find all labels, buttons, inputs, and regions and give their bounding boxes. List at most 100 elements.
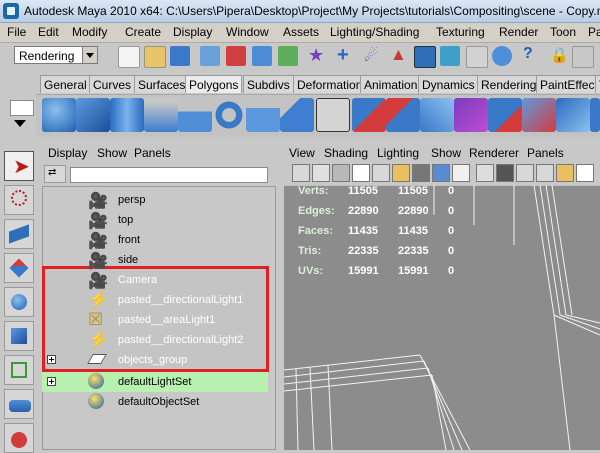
save-scene-icon[interactable] [170,46,190,66]
shelf-tab-curves[interactable]: Curves [89,75,136,93]
poly-torus-icon[interactable] [212,98,246,132]
viewport-menu-view[interactable]: View [289,146,315,160]
outliner-item-objects-group[interactable]: objects_group [42,350,276,370]
split-polygon-icon[interactable] [556,98,590,132]
camera-attributes-icon[interactable] [312,164,330,182]
combine-icon[interactable] [352,98,386,132]
isolate-select-icon[interactable] [496,164,514,182]
menu-window[interactable]: Window [226,25,269,39]
menu-toon[interactable]: Toon [550,25,576,39]
poly-cylinder-icon[interactable] [110,98,144,132]
viewport-3d[interactable]: Verts: 11505 11505 0 Edges: 22890 22890 … [284,185,600,450]
menu-set-dropdown[interactable]: Rendering [14,46,98,64]
menu-render[interactable]: Render [499,25,538,39]
viewport-menu-lighting[interactable]: Lighting [377,146,419,160]
snap-curve-icon[interactable]: ★ [304,45,324,66]
poly-pipe-icon[interactable] [316,98,350,132]
poly-cone-icon[interactable] [144,98,178,132]
select-component-icon[interactable] [252,46,272,66]
lock-icon[interactable]: 🔒 [546,46,569,66]
film-gate-icon[interactable] [536,164,554,182]
resolution-gate-icon[interactable] [556,164,574,182]
select-camera-icon[interactable] [292,164,310,182]
lights-icon[interactable] [452,164,470,182]
menu-create[interactable]: Create [125,25,161,39]
outliner-menu-display[interactable]: Display [48,146,87,160]
lasso-tool[interactable] [4,185,34,215]
menu-texturing[interactable]: Texturing [436,25,485,39]
outliner-search-input[interactable] [70,167,268,183]
menu-edit[interactable]: Edit [38,25,59,39]
scale-tool[interactable] [4,321,34,351]
outliner-item-directional-light-2[interactable]: ⚡ pasted__directionalLight2 [42,330,276,350]
extrude-icon[interactable] [454,98,488,132]
menu-file[interactable]: File [7,25,26,39]
image-plane-icon[interactable] [352,164,370,182]
open-scene-icon[interactable] [144,46,166,68]
outliner-item-camera[interactable]: 🎥 Camera [42,270,276,290]
shelf-tab-animation[interactable]: Animation [360,75,422,93]
expand-icon[interactable] [47,377,56,386]
shelf-tab-polygons[interactable]: Polygons [185,75,243,93]
outliner-menu-show[interactable]: Show [97,146,127,160]
poly-sphere-icon[interactable] [42,98,76,132]
shadows-icon[interactable] [476,164,494,182]
menu-lighting-shading[interactable]: Lighting/Shading [330,25,419,39]
xray-icon[interactable] [516,164,534,182]
menu-display[interactable]: Display [173,25,212,39]
soft-modification-tool[interactable] [4,389,34,419]
ipr-render-icon[interactable] [466,46,488,68]
shelf-tab-t[interactable]: T [595,75,600,93]
shelf-tab-dynamics[interactable]: Dynamics [418,75,479,93]
outliner-item-front[interactable]: 🎥 front [42,230,276,250]
chevron-down-icon[interactable] [82,47,97,63]
insert-edge-loop-icon[interactable] [590,98,600,132]
smooth-shade-icon[interactable] [412,164,430,182]
shelf-tab-surfaces[interactable]: Surfaces [134,75,190,93]
outliner-item-area-light-1[interactable]: ☒ pasted__areaLight1 [42,310,276,330]
shelf-editor-box[interactable] [10,100,34,116]
shelf-menu-arrow-icon[interactable] [14,120,26,127]
menu-assets[interactable]: Assets [283,25,319,39]
hypershade-icon[interactable]: ? [518,45,538,66]
poly-pyramid-icon[interactable] [280,98,314,132]
menu-pa[interactable]: Pa [588,25,600,39]
poly-plane-icon[interactable] [178,98,212,132]
poly-prism-icon[interactable] [246,98,280,132]
shelf-tab-general[interactable]: General [40,75,91,93]
outliner-item-top[interactable]: 🎥 top [42,210,276,230]
render-frame-icon[interactable] [440,46,460,66]
textured-icon[interactable] [432,164,450,182]
bridge-icon[interactable] [488,98,522,132]
render-view-icon[interactable] [414,46,436,68]
snap-view-plane-icon[interactable]: ☄ [360,46,380,66]
snap-grid-icon[interactable] [278,46,298,66]
viewport-menu-shading[interactable]: Shading [324,146,368,160]
make-live-icon[interactable]: ▲ [386,45,407,66]
bookmarks-icon[interactable] [332,164,350,182]
expand-icon[interactable] [47,355,56,364]
toggle-panel-icon[interactable] [572,46,594,68]
outliner-item-side[interactable]: 🎥 side [42,250,276,270]
shelf-tab-deformation[interactable]: Deformation [293,75,367,93]
viewport-menu-show[interactable]: Show [431,146,461,160]
snap-point-icon[interactable]: + [334,44,354,66]
move-tool[interactable] [4,253,34,283]
maya-app-icon[interactable] [3,3,19,19]
show-manipulator-tool[interactable] [4,423,34,453]
shelf-tab-subdivs[interactable]: Subdivs [243,75,294,93]
safe-action-icon[interactable] [576,164,594,182]
outliner-item-default-object-set[interactable]: defaultObjectSet [42,392,276,412]
outliner-filter-button[interactable]: ⇄ [44,165,66,183]
outliner-item-persp[interactable]: 🎥 persp [42,190,276,210]
smooth-icon[interactable] [420,98,454,132]
shelf-tab-painteffects[interactable]: PaintEffects [536,75,600,93]
grid-icon[interactable] [372,164,390,182]
viewport-menu-renderer[interactable]: Renderer [469,146,519,160]
menu-modify[interactable]: Modify [72,25,107,39]
poly-cube-icon[interactable] [76,98,110,132]
outliner-item-directional-light-1[interactable]: ⚡ pasted__directionalLight1 [42,290,276,310]
outliner-menu-panels[interactable]: Panels [134,146,171,160]
append-polygon-icon[interactable] [522,98,556,132]
new-scene-icon[interactable] [118,46,140,68]
